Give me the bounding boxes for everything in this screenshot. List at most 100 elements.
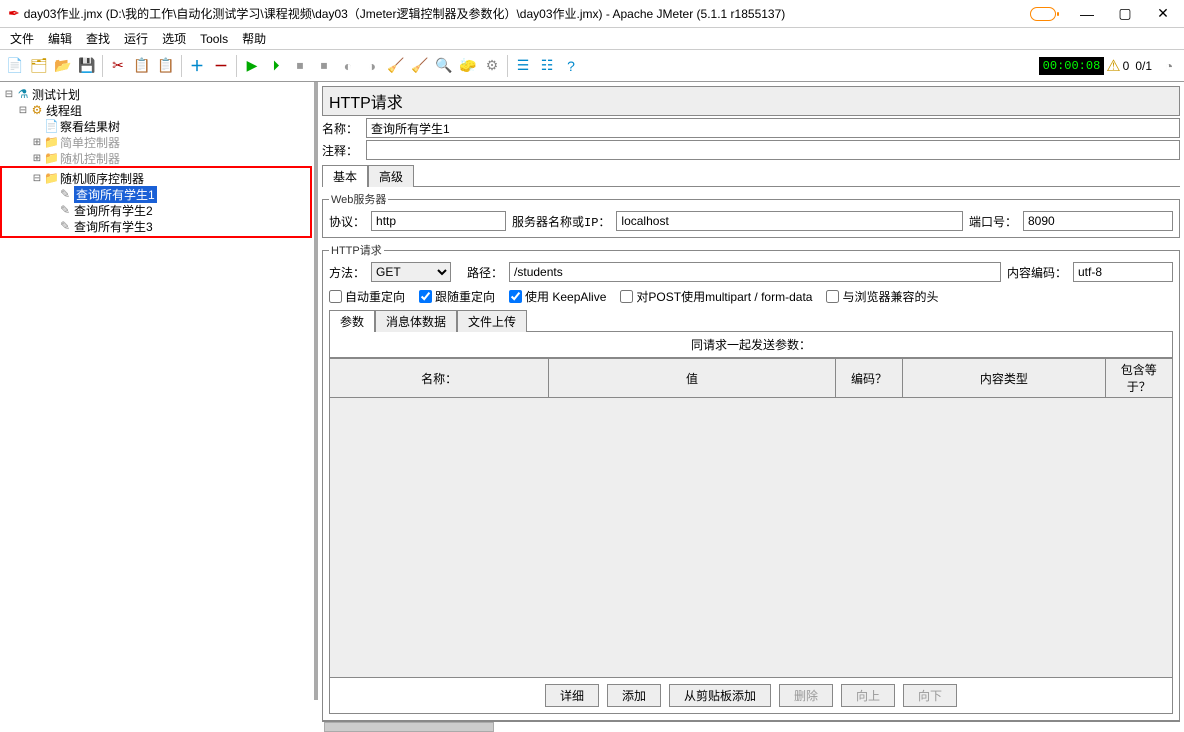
- remove-icon[interactable]: －: [210, 55, 232, 77]
- col-value[interactable]: 值: [549, 359, 836, 398]
- menu-help[interactable]: 帮助: [238, 29, 270, 48]
- subtab-body[interactable]: 消息体数据: [375, 310, 457, 332]
- menu-edit[interactable]: 编辑: [44, 29, 76, 48]
- tab-basic[interactable]: 基本: [322, 165, 368, 187]
- col-encode[interactable]: 编码？: [835, 359, 902, 398]
- protocol-input[interactable]: [371, 211, 506, 231]
- editor-panel: HTTP请求 名称： 注释： 基本 高级 Web服务器 协议： 服务器名称或IP…: [318, 82, 1184, 700]
- open-icon[interactable]: 📂: [52, 55, 74, 77]
- btn-delete[interactable]: 删除: [779, 684, 833, 707]
- port-label: 端口号：: [969, 213, 1017, 230]
- close-button[interactable]: ✕: [1150, 5, 1176, 22]
- tree-sampler-1[interactable]: 查询所有学生1: [74, 186, 157, 203]
- protocol-label: 协议：: [329, 213, 365, 230]
- cut-icon[interactable]: ✂: [107, 55, 129, 77]
- http-request-group: HTTP请求 方法： GET 路径： 内容编码： 自动重定向 跟随重定向 使用 …: [322, 242, 1180, 721]
- btn-up[interactable]: 向上: [841, 684, 895, 707]
- remote-start-icon[interactable]: ◐: [337, 55, 359, 77]
- encoding-input[interactable]: [1073, 262, 1173, 282]
- title-bar: ✒ day03作业.jmx (D:\我的工作\自动化测试学习\课程视频\day0…: [0, 0, 1184, 28]
- tab-advanced[interactable]: 高级: [368, 165, 414, 187]
- name-input[interactable]: [366, 118, 1180, 138]
- warning-count: 0: [1123, 59, 1130, 73]
- menu-tools[interactable]: Tools: [196, 31, 232, 47]
- elapsed-time: 00:00:08: [1039, 57, 1105, 75]
- tree-sampler-2[interactable]: 查询所有学生2: [74, 202, 153, 219]
- menu-options[interactable]: 选项: [158, 29, 190, 48]
- panel-title: HTTP请求: [322, 86, 1180, 116]
- gauge-icon[interactable]: ◔: [1158, 55, 1180, 77]
- col-include[interactable]: 包含等于？: [1105, 359, 1172, 398]
- subtab-upload[interactable]: 文件上传: [457, 310, 527, 332]
- help-icon[interactable]: ?: [560, 55, 582, 77]
- tree-sampler-3[interactable]: 查询所有学生3: [74, 218, 153, 235]
- horizontal-scrollbar[interactable]: [322, 721, 1180, 722]
- warning-icon[interactable]: ⚠: [1106, 56, 1120, 76]
- menu-file[interactable]: 文件: [6, 29, 38, 48]
- tree-simple-controller[interactable]: 简单控制器: [60, 134, 120, 151]
- function-helper-icon[interactable]: ⚙: [481, 55, 503, 77]
- thread-count: 0/1: [1135, 59, 1152, 73]
- clear-all-icon[interactable]: 🧹: [409, 55, 431, 77]
- path-input[interactable]: [509, 262, 1001, 282]
- tree-random-order-controller[interactable]: 随机顺序控制器: [60, 170, 144, 187]
- comment-input[interactable]: [366, 140, 1180, 160]
- new-file-icon[interactable]: 📄: [4, 55, 26, 77]
- chk-multipart[interactable]: 对POST使用multipart / form-data: [620, 288, 812, 305]
- collapse-icon[interactable]: ☷: [536, 55, 558, 77]
- search-icon[interactable]: 🔍: [433, 55, 455, 77]
- maximize-button[interactable]: ▢: [1112, 5, 1138, 22]
- tree-random-controller[interactable]: 随机控制器: [60, 150, 120, 167]
- reset-search-icon[interactable]: 🧽: [457, 55, 479, 77]
- server-input[interactable]: [616, 211, 963, 231]
- btn-detail[interactable]: 详细: [545, 684, 599, 707]
- expand-icon[interactable]: ⊞: [30, 153, 44, 164]
- shutdown-icon[interactable]: ⏹: [313, 55, 335, 77]
- app-icon: ✒: [8, 5, 20, 22]
- server-label: 服务器名称或IP：: [512, 213, 610, 230]
- tree-view-results[interactable]: 察看结果树: [60, 118, 120, 135]
- collapse-icon[interactable]: ⊟: [16, 105, 30, 116]
- tree-thread-group[interactable]: 线程组: [46, 102, 82, 119]
- btn-down[interactable]: 向下: [903, 684, 957, 707]
- chk-auto-redirect[interactable]: 自动重定向: [329, 288, 405, 305]
- http-request-legend: HTTP请求: [329, 242, 384, 258]
- btn-add[interactable]: 添加: [607, 684, 661, 707]
- btn-from-clipboard[interactable]: 从剪贴板添加: [669, 684, 771, 707]
- template-icon[interactable]: 🗂: [28, 55, 50, 77]
- expand-icon[interactable]: ⊞: [30, 137, 44, 148]
- comment-label: 注释：: [322, 142, 362, 159]
- collapse-icon[interactable]: ⊟: [2, 89, 16, 100]
- window-title: day03作业.jmx (D:\我的工作\自动化测试学习\课程视频\day03（…: [24, 5, 1030, 22]
- col-name[interactable]: 名称：: [330, 359, 549, 398]
- method-label: 方法：: [329, 264, 365, 281]
- port-input[interactable]: [1023, 211, 1173, 231]
- chk-keepalive[interactable]: 使用 KeepAlive: [509, 288, 606, 305]
- chk-browser-compat[interactable]: 与浏览器兼容的头: [826, 288, 938, 305]
- subtab-params[interactable]: 参数: [329, 310, 375, 332]
- run-icon[interactable]: ▶: [241, 55, 263, 77]
- menu-search[interactable]: 查找: [82, 29, 114, 48]
- run-no-pause-icon[interactable]: ⏵: [265, 55, 287, 77]
- add-icon[interactable]: ＋: [186, 55, 208, 77]
- save-icon[interactable]: 💾: [76, 55, 98, 77]
- method-select[interactable]: GET: [371, 262, 451, 282]
- menu-run[interactable]: 运行: [120, 29, 152, 48]
- clear-icon[interactable]: 🧹: [385, 55, 407, 77]
- minimize-button[interactable]: —: [1074, 6, 1100, 22]
- copy-icon[interactable]: 📋: [131, 55, 153, 77]
- remote-stop-icon[interactable]: ◑: [361, 55, 383, 77]
- tree-panel: ⊟⚗测试计划 ⊟⚙线程组 📄察看结果树 ⊞📁简单控制器 ⊞📁随机控制器 ⊟📁随机…: [0, 82, 318, 700]
- stop-icon[interactable]: ⏹: [289, 55, 311, 77]
- params-table: 名称： 值 编码？ 内容类型 包含等于？: [329, 358, 1173, 398]
- expand-icon[interactable]: ☰: [512, 55, 534, 77]
- params-body[interactable]: [329, 398, 1173, 678]
- chk-follow-redirect[interactable]: 跟随重定向: [419, 288, 495, 305]
- collapse-icon[interactable]: ⊟: [30, 173, 44, 184]
- col-ctype[interactable]: 内容类型: [903, 359, 1105, 398]
- tree-test-plan[interactable]: 测试计划: [32, 86, 80, 103]
- toolbar: 📄 🗂 📂 💾 ✂ 📋 📋 ＋ － ▶ ⏵ ⏹ ⏹ ◐ ◑ 🧹 🧹 🔍 🧽 ⚙ …: [0, 50, 1184, 82]
- paste-icon[interactable]: 📋: [155, 55, 177, 77]
- menu-bar: 文件 编辑 查找 运行 选项 Tools 帮助: [0, 28, 1184, 50]
- highlight-box: ⊟📁随机顺序控制器 ✎查询所有学生1 ✎查询所有学生2 ✎查询所有学生3: [0, 166, 312, 238]
